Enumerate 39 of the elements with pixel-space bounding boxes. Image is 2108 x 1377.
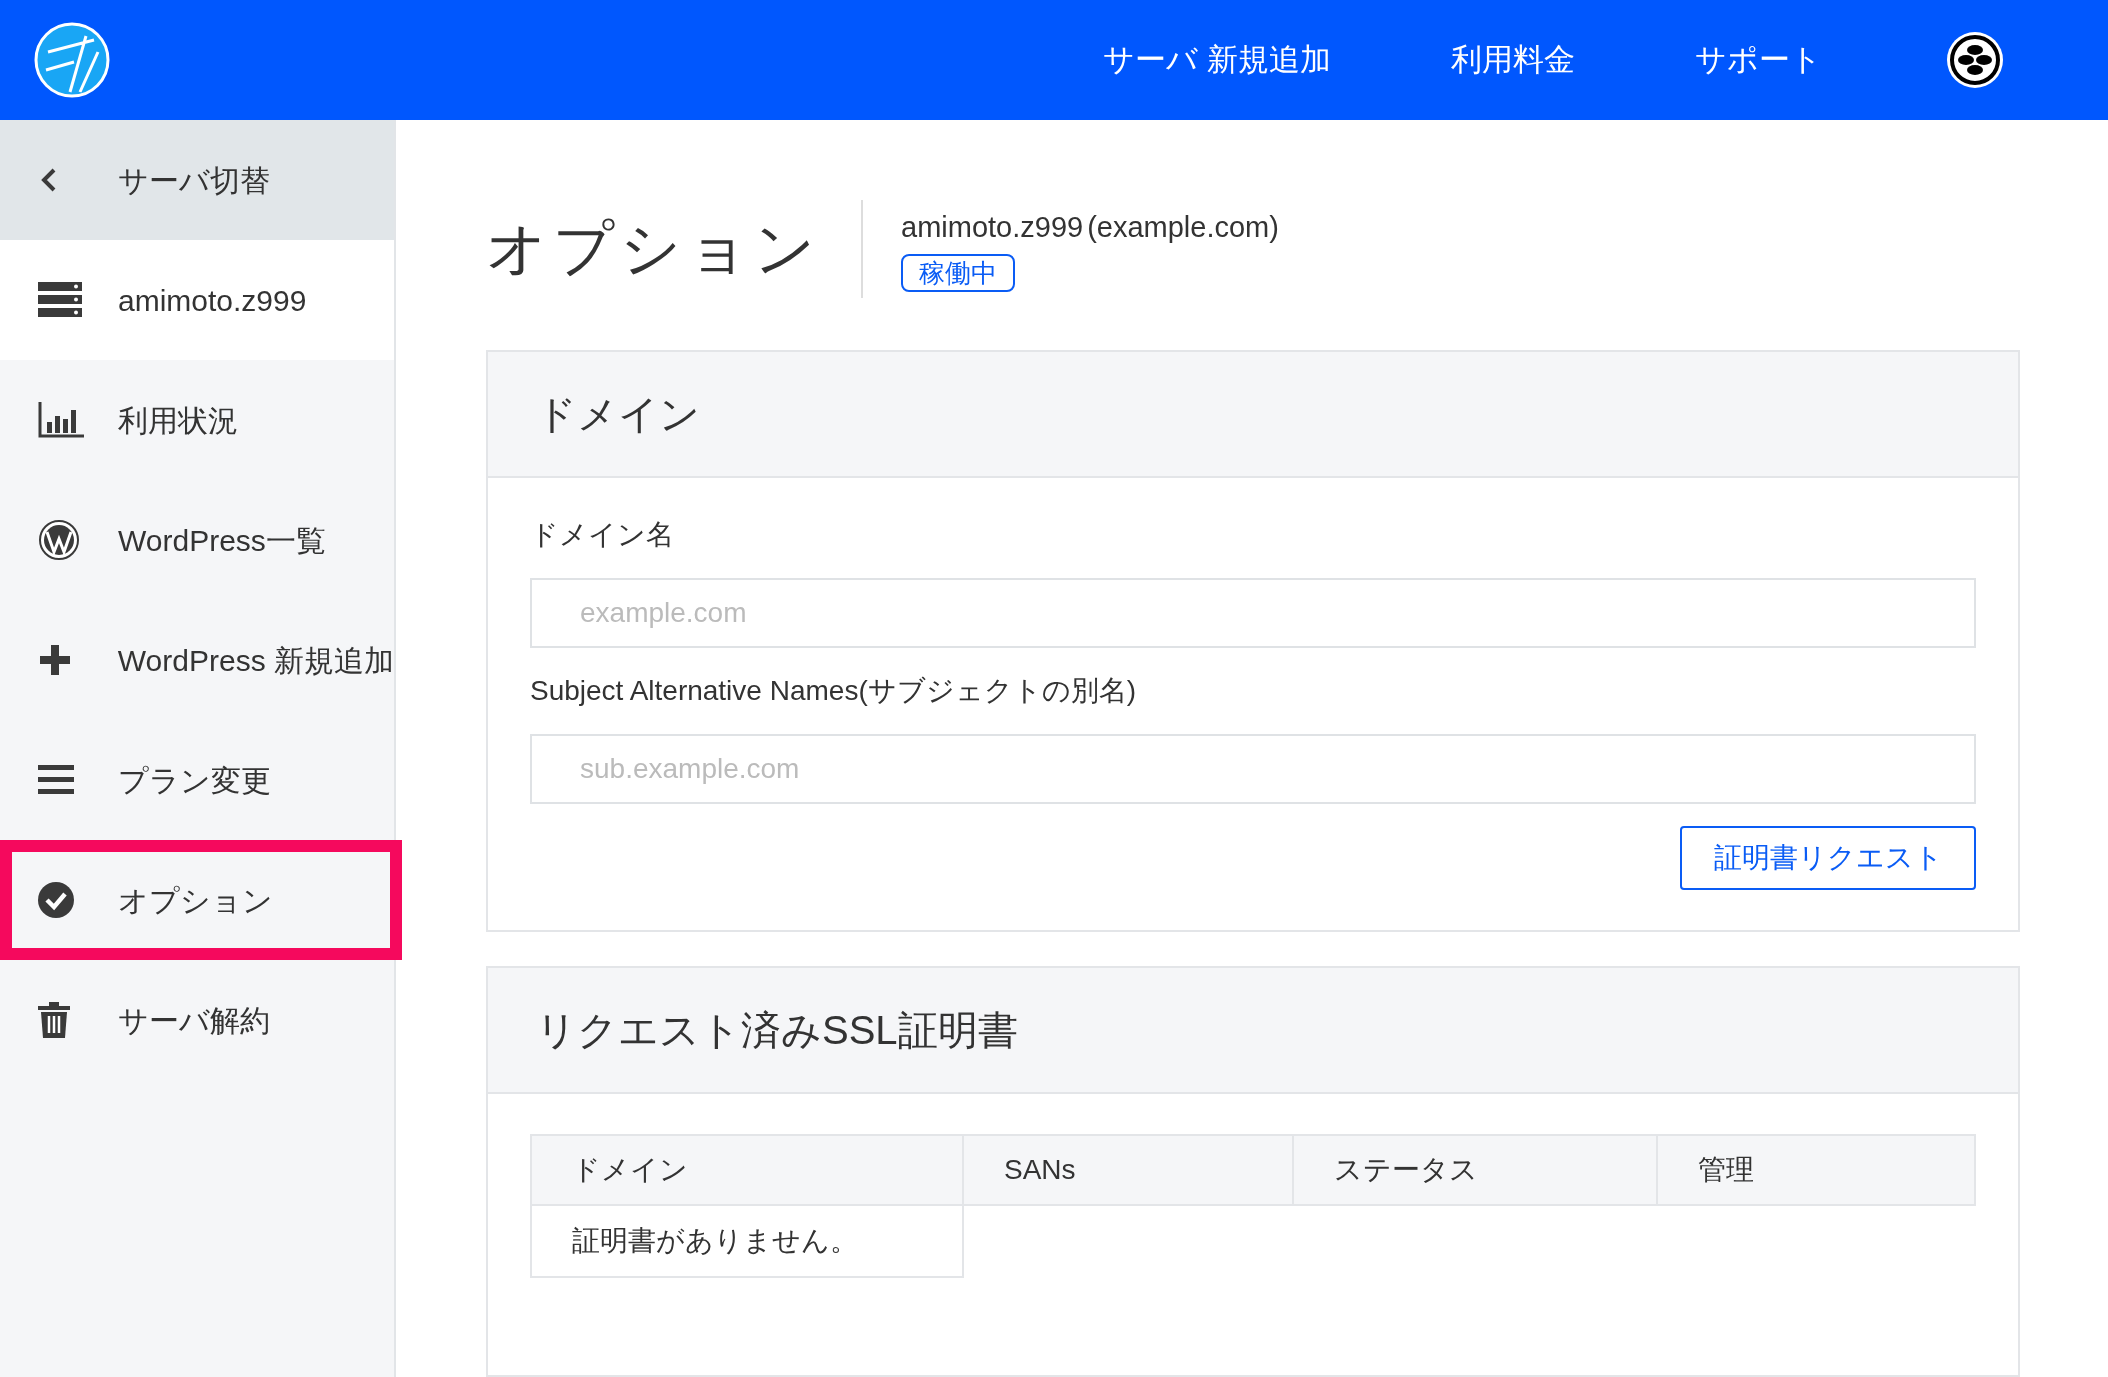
sidebar-item[interactable]: オプション [0, 840, 402, 960]
card-title: リクエスト済みSSL証明書 [488, 967, 2018, 1094]
sidebar-item-label: WordPress 新規追加 [117, 642, 394, 679]
server-domain: (example.com) [1087, 210, 1279, 245]
table-header-cell: ステータス [1294, 1133, 1658, 1206]
menu-icon [38, 765, 74, 795]
sidebar-item-label: サーバ切替 [118, 162, 270, 199]
card-title: ドメイン [488, 351, 2018, 478]
server-icon [38, 282, 82, 318]
bar-chart-icon [38, 402, 84, 438]
sidebar-item-label: サーバ解約 [118, 1002, 270, 1039]
avatar-icon[interactable] [1946, 31, 2004, 89]
table-header-cell: SANs [964, 1133, 1294, 1206]
sidebar-item[interactable]: サーバ切替 [0, 120, 394, 240]
nav-link[interactable]: 利用料金 [1451, 36, 1575, 84]
table-cell: 証明書がありません。 [530, 1205, 964, 1278]
field-label: Subject Alternative Names(サブジェクトの別名) [530, 673, 1138, 708]
wordpress-logo-icon [38, 519, 80, 561]
sidebar-item-label: オプション [118, 882, 273, 919]
plus-icon [38, 643, 72, 677]
trash-icon [38, 1002, 70, 1038]
sidebar-item-label: WordPress一覧 [118, 522, 326, 559]
check-circle-icon [38, 882, 74, 918]
server-name: amimoto.z999 [901, 210, 1084, 245]
sidebar-item[interactable]: amimoto.z999 [0, 240, 394, 360]
sidebar-item-label: amimoto.z999 [118, 282, 307, 319]
sidebar-item-label: 利用状況 [118, 402, 238, 439]
page-title: オプション [486, 213, 822, 284]
logo-icon[interactable] [34, 22, 110, 98]
certificate-request-button[interactable]: 証明書リクエスト [1680, 825, 1976, 890]
status-badge: 稼働中 [901, 253, 1015, 292]
table-header-cell: ドメイン [530, 1133, 964, 1206]
nav-link[interactable]: サポート [1695, 36, 1822, 84]
sidebar-item-label: プラン変更 [118, 762, 271, 799]
nav-link[interactable]: サーバ 新規追加 [1103, 36, 1331, 84]
table-header-cell: 管理 [1658, 1133, 1976, 1206]
field-label: ドメイン名 [530, 517, 675, 552]
input-field[interactable]: sub.example.com [530, 733, 1976, 804]
input-field[interactable]: example.com [530, 577, 1976, 648]
